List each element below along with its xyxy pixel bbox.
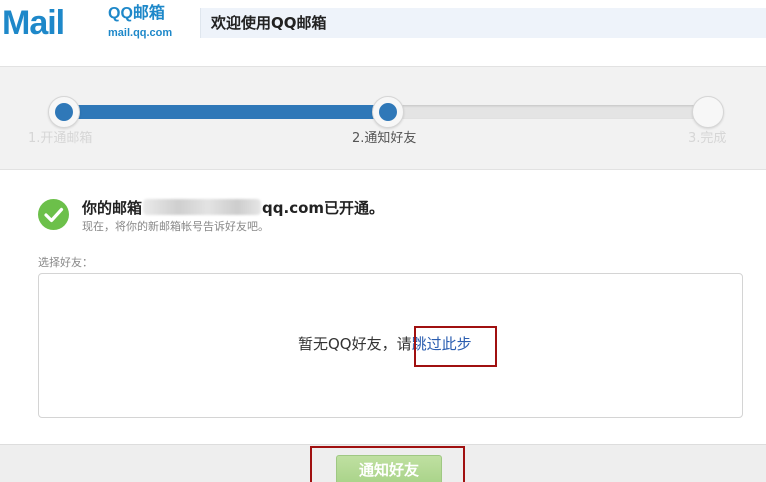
mailbox-prefix: 你的邮箱 [82,199,143,217]
welcome-title: 欢迎使用QQ邮箱 [211,14,327,32]
welcome-bar: 欢迎使用QQ邮箱 [200,8,766,38]
progress-fill [64,105,387,119]
mailbox-subtitle: 现在，将你的新邮箱帐号告诉好友吧。 [82,220,269,233]
progress-steps: 1.开通邮箱 2.通知好友 3.完成 [0,66,766,170]
step-label-2: 2.通知好友 [352,131,417,146]
step-label-1: 1.开通邮箱 [28,131,93,146]
step-node-2-dot [379,103,397,121]
redacted-address [143,199,262,215]
step-node-1-dot [55,103,73,121]
logo-mail-text: Mail [2,4,65,42]
logo-domain-text: mail.qq.com [108,27,173,39]
highlight-box-skip [414,326,497,367]
logo-brand-text: QQ邮箱 [108,5,165,22]
step-label-3: 3.完成 [688,131,727,146]
header: Mail QQ邮箱 mail.qq.com 欢迎使用QQ邮箱 [0,0,766,44]
qq-mail-setup-page: Mail QQ邮箱 mail.qq.com 欢迎使用QQ邮箱 1.开通邮箱 2.… [0,0,766,482]
select-friends-label: 选择好友： [38,256,93,269]
check-circle-icon [38,199,69,230]
step-node-3 [692,96,724,128]
mailbox-suffix: qq.com已开通。 [262,199,385,217]
mailbox-opened-message: 你的邮箱 qq.com已开通。 [82,198,384,218]
step-node-1 [48,96,80,128]
empty-friends-text: 暂无QQ好友，请 [298,335,412,353]
highlight-box-button [310,446,465,482]
step-node-2 [372,96,404,128]
qq-mail-logo[interactable]: Mail QQ邮箱 mail.qq.com [0,3,200,43]
